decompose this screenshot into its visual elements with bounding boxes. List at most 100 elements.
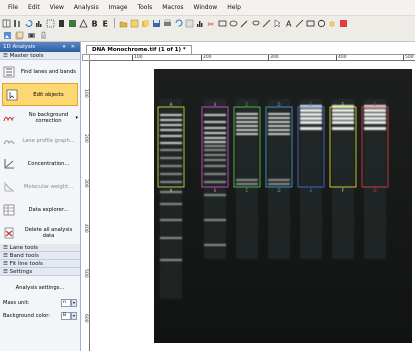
gel-band[interactable] <box>268 179 290 181</box>
bar-icon[interactable] <box>57 19 66 28</box>
gel-band[interactable] <box>236 133 258 135</box>
gel-band[interactable] <box>160 165 182 167</box>
gel-band[interactable] <box>332 117 354 120</box>
gel-band[interactable] <box>236 113 258 115</box>
gel-band[interactable] <box>268 117 290 119</box>
menu-help[interactable]: Help <box>222 4 246 11</box>
ellipse-icon[interactable] <box>229 19 238 28</box>
gel-band[interactable] <box>268 113 290 115</box>
section-fit-line-tools[interactable]: ☰ Fit line tools <box>0 260 80 268</box>
open-folder-icon[interactable] <box>119 19 128 28</box>
gel-band[interactable] <box>160 135 182 137</box>
gel-band[interactable] <box>300 127 322 130</box>
gel-band[interactable] <box>160 181 182 183</box>
gel-band[interactable] <box>204 145 226 147</box>
background-color-select[interactable]: B <box>61 311 71 320</box>
menu-tools[interactable]: Tools <box>132 4 157 11</box>
rect-tool-icon[interactable] <box>306 19 315 28</box>
line-tool-icon[interactable] <box>295 19 304 28</box>
menu-edit[interactable]: Edit <box>23 4 45 11</box>
gel-band[interactable] <box>160 237 182 239</box>
gel-band[interactable] <box>268 125 290 127</box>
gel-band[interactable] <box>204 149 226 151</box>
gel-band[interactable] <box>204 194 226 196</box>
grid-view-icon[interactable] <box>185 19 194 28</box>
star-icon[interactable]: ✲ <box>328 19 337 28</box>
text-tool-icon[interactable]: A <box>284 19 293 28</box>
gel-band[interactable] <box>364 117 386 120</box>
gel-band[interactable] <box>236 179 258 181</box>
histogram-icon[interactable] <box>35 19 44 28</box>
circle-tool-icon[interactable] <box>317 19 326 28</box>
image-icon[interactable] <box>68 19 77 28</box>
tool-data-explorer[interactable]: Data explorer... <box>0 198 80 221</box>
gel-band[interactable] <box>332 113 354 116</box>
gel-band[interactable] <box>204 244 226 246</box>
panel-window-controls[interactable]: ▾ ✕ <box>63 44 77 50</box>
gel-band[interactable] <box>160 173 182 175</box>
chevron-down-icon[interactable]: ▾ <box>71 311 77 320</box>
histogram2-icon[interactable] <box>196 19 205 28</box>
export-image-icon[interactable] <box>3 31 12 40</box>
gel-band[interactable] <box>236 183 258 185</box>
tool-edit-objects[interactable]: Edit objects <box>2 83 78 106</box>
gel-band[interactable] <box>364 121 386 124</box>
gel-band[interactable] <box>268 133 290 135</box>
lock-icon[interactable] <box>39 31 48 40</box>
gel-band[interactable] <box>204 165 226 167</box>
gel-band[interactable] <box>332 109 354 112</box>
section-lane-tools[interactable]: ☰ Lane tools <box>0 244 80 252</box>
gel-band[interactable] <box>300 121 322 124</box>
gel-band[interactable] <box>332 121 354 124</box>
save-icon[interactable] <box>152 19 161 28</box>
gel-band[interactable] <box>332 127 354 130</box>
gel-band[interactable] <box>204 137 226 139</box>
tool-find-lanes[interactable]: Find lanes and bands <box>0 60 80 83</box>
document-stack-icon[interactable] <box>15 31 24 40</box>
gel-band[interactable] <box>160 219 182 221</box>
e-icon[interactable]: E <box>101 19 110 28</box>
dropdown-arrow-icon[interactable]: ▾ <box>75 115 78 121</box>
gel-band[interactable] <box>300 109 322 112</box>
bold-b-icon[interactable]: B <box>90 19 99 28</box>
rotate-icon[interactable] <box>24 19 33 28</box>
camera-icon[interactable] <box>27 31 36 40</box>
menu-analysis[interactable]: Analysis <box>69 4 104 11</box>
undo-icon[interactable] <box>174 19 183 28</box>
gel-band[interactable] <box>364 113 386 116</box>
gel-band[interactable] <box>160 142 182 144</box>
menu-window[interactable]: Window <box>189 4 223 11</box>
gel-band[interactable] <box>160 114 182 116</box>
gel-band[interactable] <box>364 127 386 130</box>
gel-band[interactable] <box>160 119 182 121</box>
section-master-tools[interactable]: ☰ Master tools <box>0 52 80 60</box>
gel-band[interactable] <box>268 121 290 123</box>
tool-molecular-weight[interactable]: Molecular weight... <box>0 175 80 198</box>
color-icon[interactable] <box>339 19 348 28</box>
select-icon[interactable] <box>46 19 55 28</box>
grid-icon[interactable] <box>2 19 11 28</box>
tool-background-correction[interactable]: No background correction ▾ <box>0 106 80 129</box>
gel-band[interactable] <box>236 125 258 127</box>
gel-band[interactable] <box>160 203 182 205</box>
gel-band[interactable] <box>160 149 182 151</box>
gel-band[interactable] <box>160 157 182 159</box>
tool-lane-profile[interactable]: Lane profile graph... <box>0 129 80 152</box>
menu-image[interactable]: Image <box>104 4 133 11</box>
gel-band[interactable] <box>160 124 182 126</box>
chevron-down-icon[interactable]: ▾ <box>71 298 77 307</box>
gel-band[interactable] <box>204 219 226 221</box>
gel-band[interactable] <box>204 159 226 161</box>
gel-band[interactable] <box>204 173 226 175</box>
magic-wand-icon[interactable] <box>240 19 249 28</box>
menu-macros[interactable]: Macros <box>157 4 188 11</box>
lasso-icon[interactable] <box>251 19 260 28</box>
gel-band[interactable] <box>204 181 226 183</box>
scissors-icon[interactable]: ✂ <box>207 19 216 28</box>
copy-icon[interactable] <box>141 19 150 28</box>
pointer-icon[interactable] <box>273 19 282 28</box>
menu-file[interactable]: File <box>3 4 23 11</box>
tool-concentration[interactable]: Concentration... <box>0 152 80 175</box>
tool-delete-analysis[interactable]: Delete all analysis data <box>0 221 80 244</box>
gel-band[interactable] <box>236 121 258 123</box>
